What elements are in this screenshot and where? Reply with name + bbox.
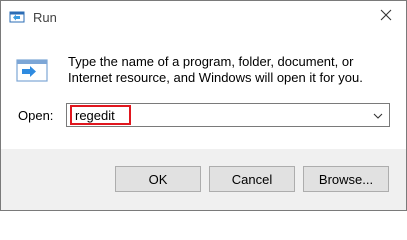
chevron-down-icon — [373, 106, 383, 124]
run-icon — [9, 9, 25, 25]
dropdown-button[interactable] — [369, 106, 387, 124]
close-icon — [380, 8, 392, 26]
title-bar[interactable]: Run — [1, 1, 406, 33]
run-program-icon — [16, 59, 50, 83]
open-label: Open: — [18, 108, 54, 123]
browse-button[interactable]: Browse... — [303, 166, 389, 192]
button-bar: OK Cancel Browse... — [1, 149, 406, 210]
window-title: Run — [33, 10, 57, 25]
instruction-text: Type the name of a program, folder, docu… — [68, 54, 363, 85]
ok-button[interactable]: OK — [115, 166, 201, 192]
cancel-button[interactable]: Cancel — [209, 166, 295, 192]
open-combobox[interactable] — [66, 103, 390, 127]
run-dialog: Run Type the name of a program, folder, … — [0, 0, 407, 211]
open-input[interactable] — [70, 105, 131, 125]
close-button[interactable] — [372, 5, 400, 29]
